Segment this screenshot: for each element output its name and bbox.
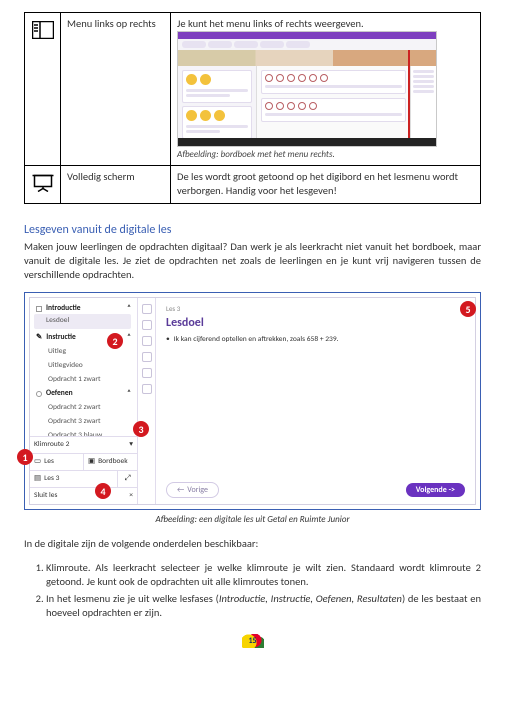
lesson-content: Les 3 Lesdoel Ik kan cijferend optellen …	[156, 298, 475, 504]
nav-item[interactable]: Opdracht 2 zwart	[36, 401, 131, 415]
vertical-toolbar	[138, 298, 156, 504]
nav-item[interactable]: Uitlegvideo	[36, 359, 131, 373]
lesson-goal: Ik kan cijferend optellen en aftrekken, …	[166, 335, 465, 345]
menu-side-icon-cell	[25, 13, 61, 166]
nav-item[interactable]: Opdracht 1 zwart	[36, 373, 131, 387]
tool-icon[interactable]	[142, 304, 152, 314]
arrow-left-icon: ←	[177, 485, 184, 496]
tab-sluit-les[interactable]: Sluit les ×	[30, 487, 137, 504]
bordboek-figure	[177, 31, 437, 147]
nav-group-oefenen[interactable]: Oefenen˄	[36, 387, 131, 401]
nav-group-label: Introductie	[46, 304, 81, 314]
list-item: In het lesmenu zie je uit welke lesfases…	[46, 592, 481, 620]
book-icon: ▣	[88, 457, 95, 467]
lesson-crumb: Les 3	[166, 304, 465, 313]
tab-label: Sluit les	[34, 491, 57, 501]
figure-caption: Afbeelding: bordboek met het menu rechts…	[177, 149, 474, 161]
list-intro: In de digitale zijn de volgende onderdel…	[24, 537, 481, 551]
logo-cloud-icon: 15	[242, 634, 264, 648]
prev-label: Vorige	[187, 485, 208, 496]
prev-button[interactable]: ←Vorige	[166, 482, 219, 499]
next-button[interactable]: Volgende ->	[406, 483, 465, 498]
digital-lesson-figure: Introductie˄ Lesdoel ✎Instructie˄ Uitleg…	[29, 297, 476, 505]
expand-icon[interactable]: ⤢	[117, 470, 137, 487]
tool-icon[interactable]	[142, 384, 152, 394]
section-intro: Maken jouw leerlingen de opdrachten digi…	[24, 240, 481, 283]
feature-list: Klimroute. Als leerkracht selecteer je w…	[24, 561, 481, 621]
route-selector-label: Klimroute 2	[34, 440, 69, 450]
route-selector[interactable]: Klimroute 2▾	[30, 437, 137, 453]
nav-bottom: Klimroute 2▾ ▭Les ▣Bordboek ▤Les 3 ⤢ Slu…	[30, 436, 137, 505]
presentation-icon	[32, 174, 54, 192]
list-item: Klimroute. Als leerkracht selecteer je w…	[46, 561, 481, 589]
section-title: Lesgeven vanuit de digitale les	[24, 222, 481, 238]
tab-label: Les	[44, 457, 54, 467]
row-desc-cell: Je kunt het menu links of rechts weergev…	[171, 13, 481, 166]
figure2-caption: Afbeelding: een digitale les uit Getal e…	[24, 514, 481, 526]
page-footer: 15	[24, 634, 481, 653]
lesson-title: Lesdoel	[166, 315, 465, 331]
screen-icon: ▭	[34, 457, 41, 467]
nav-item-lesdoel[interactable]: Lesdoel	[34, 314, 131, 328]
nav-group-label: Oefenen	[46, 389, 73, 399]
tool-icon[interactable]	[142, 336, 152, 346]
tool-icon[interactable]	[142, 368, 152, 378]
tool-icon[interactable]	[142, 320, 152, 330]
row-name: Menu links op rechts	[61, 13, 171, 166]
tab-les[interactable]: ▭Les	[30, 453, 83, 470]
nav-group-label: Instructie	[46, 333, 76, 343]
digital-lesson-figure-wrap: 1 2 3 4 5 Introductie˄ Lesdoel ✎Instruct…	[24, 292, 481, 510]
page-number: 15	[242, 636, 264, 647]
menu-side-icon	[32, 21, 54, 39]
list-icon: ▤	[34, 474, 41, 484]
nav-item[interactable]: Opdracht 3 zwart	[36, 415, 131, 429]
close-icon: ×	[129, 491, 133, 501]
lesson-nav: Introductie˄ Lesdoel ✎Instructie˄ Uitleg…	[30, 298, 138, 504]
tab-label: Les 3	[44, 474, 59, 484]
feature-table: Menu links op rechts Je kunt het menu li…	[24, 12, 481, 204]
row-name: Volledig scherm	[61, 166, 171, 203]
tab-bordboek[interactable]: ▣Bordboek	[83, 453, 137, 470]
tab-label: Bordboek	[98, 457, 128, 467]
row-desc: De les wordt groot getoond op het digibo…	[171, 166, 481, 203]
fullscreen-icon-cell	[25, 166, 61, 203]
tool-icon[interactable]	[142, 352, 152, 362]
row-desc: Je kunt het menu links of rechts weergev…	[177, 17, 474, 31]
lesson-goal-text: Ik kan cijferend optellen en aftrekken, …	[174, 335, 339, 345]
